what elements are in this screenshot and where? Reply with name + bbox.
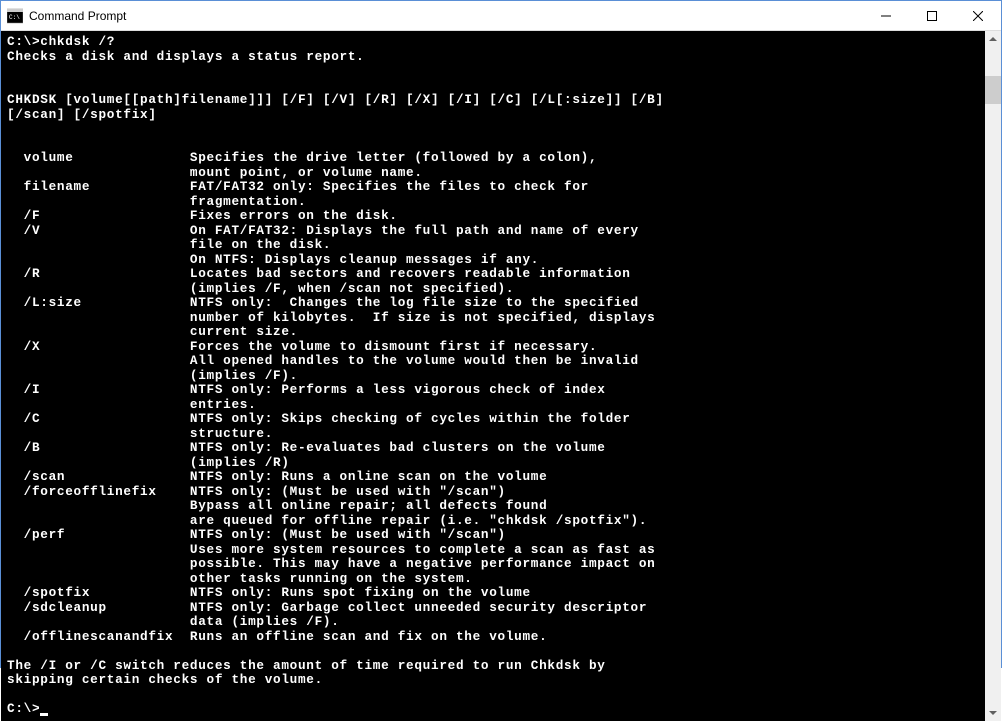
cmd-icon: C:\ (7, 8, 23, 24)
console-output[interactable]: C:\>chkdsk /? Checks a disk and displays… (1, 31, 985, 721)
window-controls (863, 1, 1001, 31)
cursor (40, 713, 48, 716)
titlebar[interactable]: C:\ Command Prompt (1, 1, 1001, 31)
scroll-thumb[interactable] (985, 76, 1001, 104)
command-prompt-window: C:\ Command Prompt C:\>chkdsk /? Checks … (0, 0, 1002, 668)
console-area: C:\>chkdsk /? Checks a disk and displays… (1, 31, 1001, 721)
svg-text:C:\: C:\ (9, 14, 20, 21)
maximize-button[interactable] (909, 1, 955, 31)
scroll-up-arrow[interactable] (985, 31, 1001, 47)
scroll-down-arrow[interactable] (985, 705, 1001, 721)
close-button[interactable] (955, 1, 1001, 31)
window-title: Command Prompt (29, 9, 863, 23)
vertical-scrollbar[interactable] (985, 31, 1001, 721)
minimize-button[interactable] (863, 1, 909, 31)
